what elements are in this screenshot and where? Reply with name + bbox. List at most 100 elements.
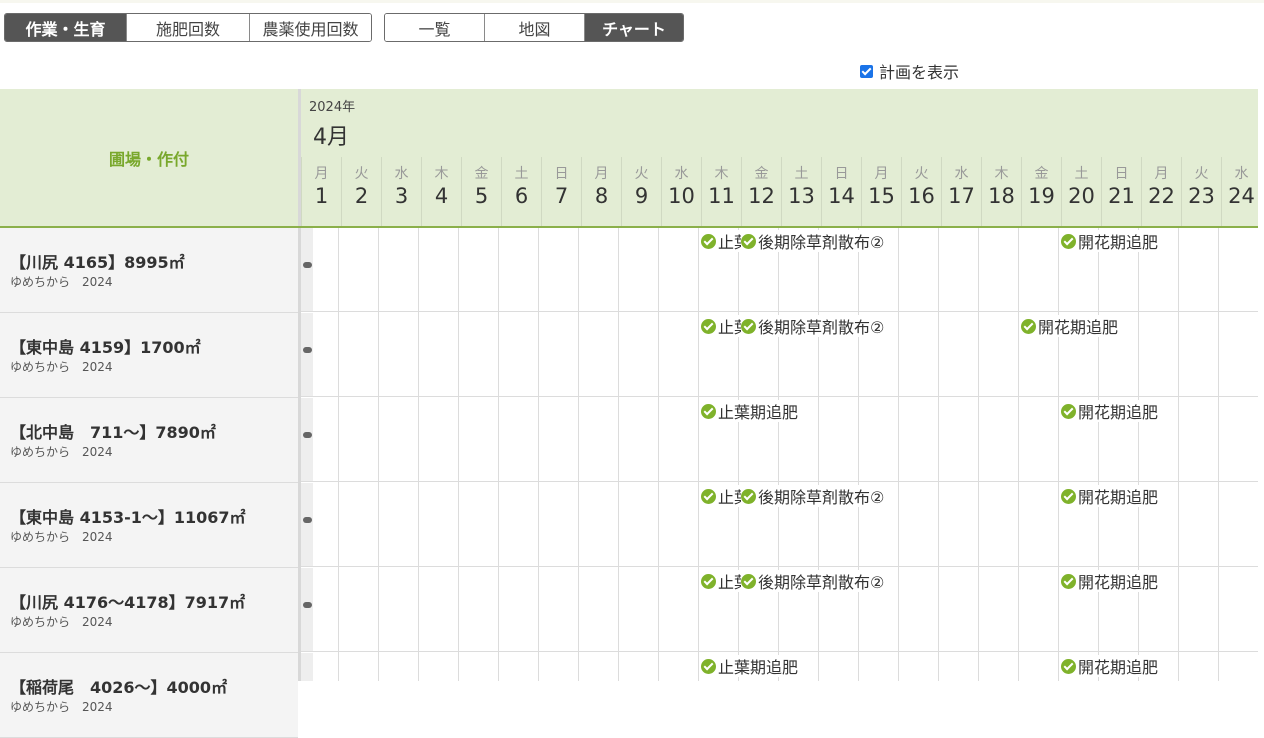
crop-label: ゆめちから 2024 — [10, 445, 113, 459]
field-name[interactable]: 【稲荷尾 4026～】4000㎡ — [10, 674, 227, 698]
task-event-label: 止葉期追肥 — [718, 403, 799, 422]
crop-label: ゆめちから 2024 — [10, 700, 113, 714]
day-of-week: 日 — [1114, 166, 1129, 182]
show-plan-checkbox[interactable] — [860, 64, 873, 78]
field-name[interactable]: 【川尻 4176～4178】7917㎡ — [10, 589, 245, 613]
day-number: 5 — [474, 184, 489, 208]
day-header-9: 火9 — [621, 157, 661, 226]
day-header-23: 火 23 — [1181, 157, 1221, 226]
show-plan-label: 計画を表示 — [879, 63, 960, 82]
task-event-label: 止葉期追肥 — [718, 488, 741, 507]
task-event-label: 止葉期追肥 — [718, 318, 741, 337]
row-marker-dot[interactable] — [303, 432, 312, 438]
day-of-week: 火 — [634, 166, 649, 182]
day-number: 9 — [634, 184, 649, 208]
check-circle-icon — [741, 233, 756, 249]
day-number: 11 — [708, 184, 735, 208]
field-row[interactable]: 【東中島 4159】1700㎡ゆめちから 2024 — [0, 313, 298, 398]
check-circle-icon — [701, 233, 716, 249]
day-of-week: 月 — [874, 166, 889, 182]
task-event[interactable]: 止葉期追肥 — [701, 655, 801, 677]
task-event[interactable]: 後期除草剤散布② — [741, 230, 887, 252]
day-of-week: 金 — [1034, 166, 1049, 182]
day-of-week: 日 — [554, 166, 569, 182]
row-marker-dot[interactable] — [303, 262, 312, 268]
task-event[interactable]: 開花期追肥 — [1061, 230, 1161, 252]
field-row[interactable]: 【川尻 4176～4178】7917㎡ゆめちから 2024 — [0, 568, 298, 653]
task-event[interactable]: 開花期追肥 — [1061, 570, 1161, 592]
mode-tab-1[interactable]: 地図 — [485, 14, 585, 41]
check-circle-icon — [1061, 403, 1076, 419]
field-row[interactable]: 【北中島 711～】7890㎡ゆめちから 2024 — [0, 398, 298, 483]
year-label: 2024年 — [309, 100, 356, 115]
day-header-12: 金 12 — [741, 157, 781, 226]
task-event[interactable]: 開花期追肥 — [1061, 400, 1161, 422]
field-column-header: 圃場・作付 — [0, 89, 298, 226]
row-marker-dot[interactable] — [303, 347, 312, 353]
field-name[interactable]: 【東中島 4159】1700㎡ — [10, 334, 201, 358]
row-marker-dot[interactable] — [303, 517, 312, 523]
task-event[interactable]: 後期除草剤散布② — [741, 485, 887, 507]
row-marker-track — [301, 653, 313, 681]
task-event[interactable]: 後期除草剤散布② — [741, 315, 887, 337]
row-divider — [301, 651, 1258, 652]
task-event[interactable]: 止葉期追肥 — [701, 400, 801, 422]
row-divider — [301, 396, 1258, 397]
crop-label: ゆめちから 2024 — [10, 360, 113, 374]
task-event[interactable]: 後期除草剤散布② — [741, 570, 887, 592]
day-gridline — [658, 228, 659, 681]
day-header-17: 水 17 — [941, 157, 981, 226]
day-number: 2 — [354, 184, 369, 208]
day-header-2: 火2 — [341, 157, 381, 226]
task-event[interactable]: 止葉期追肥 — [701, 570, 741, 592]
show-plan-toggle[interactable]: 計画を表示 — [860, 59, 959, 83]
check-circle-icon — [701, 573, 716, 589]
task-event[interactable]: 止葉期追肥 — [701, 485, 741, 507]
field-row[interactable]: 【川尻 4165】8995㎡ゆめちから 2024 — [0, 228, 298, 313]
day-number: 16 — [908, 184, 935, 208]
day-of-week: 木 — [994, 166, 1009, 182]
toolbar: 作業・生育 施肥回数 農薬使用回数 一覧 地図 チャート 計画を表示 — [0, 0, 1264, 88]
month-label: 4月 — [313, 125, 349, 150]
check-circle-icon — [701, 318, 716, 334]
row-marker-track — [301, 313, 313, 396]
view-tab-1[interactable]: 施肥回数 — [127, 14, 250, 41]
mode-tab-0[interactable]: 一覧 — [385, 14, 485, 41]
day-gridline — [858, 228, 859, 681]
day-number: 8 — [594, 184, 609, 208]
row-marker-track — [301, 483, 313, 566]
task-event-label: 後期除草剤散布② — [758, 573, 885, 592]
task-event[interactable]: 開花期追肥 — [1061, 485, 1161, 507]
calendar-header: 2024年 4月 月 1 火 2 水 3 木 4 金 5 土 6 日 7 月 8 火 9 水 10 木 11 金 12 土 13 日… — [301, 89, 1258, 226]
task-event[interactable]: 開花期追肥 — [1021, 315, 1121, 337]
task-event[interactable]: 止葉期追肥 — [701, 230, 741, 252]
mode-tab-2[interactable]: チャート — [585, 14, 683, 41]
field-row[interactable]: 【稲荷尾 4026～】4000㎡ゆめちから 2024 — [0, 653, 298, 738]
field-name[interactable]: 【北中島 711～】7890㎡ — [10, 419, 216, 443]
day-number: 17 — [948, 184, 975, 208]
field-name[interactable]: 【川尻 4165】8995㎡ — [10, 249, 185, 273]
day-gridline — [1218, 228, 1219, 681]
day-number: 6 — [514, 184, 529, 208]
row-marker-dot[interactable] — [303, 602, 312, 608]
crop-label: ゆめちから 2024 — [10, 615, 113, 629]
check-circle-icon — [701, 488, 716, 504]
check-circle-icon — [741, 573, 756, 589]
day-header-11: 木 11 — [701, 157, 741, 226]
day-number: 4 — [434, 184, 449, 208]
day-of-week: 月 — [1154, 166, 1169, 182]
day-of-week: 火 — [1194, 166, 1209, 182]
task-event[interactable]: 止葉期追肥 — [701, 315, 741, 337]
field-column-header-label: 圃場・作付 — [108, 149, 189, 169]
field-name[interactable]: 【東中島 4153-1～】11067㎡ — [10, 504, 246, 528]
crop-label: ゆめちから 2024 — [10, 530, 113, 544]
view-tab-2[interactable]: 農薬使用回数 — [250, 14, 371, 41]
day-of-week: 土 — [514, 166, 529, 182]
day-header-1: 月1 — [301, 157, 341, 226]
view-tab-0[interactable]: 作業・生育 — [5, 14, 127, 41]
field-row[interactable]: 【東中島 4153-1～】11067㎡ゆめちから 2024 — [0, 483, 298, 568]
task-event[interactable]: 開花期追肥 — [1061, 655, 1161, 677]
day-gridline — [978, 228, 979, 681]
row-divider — [301, 566, 1258, 567]
crop-label: ゆめちから 2024 — [10, 275, 113, 289]
